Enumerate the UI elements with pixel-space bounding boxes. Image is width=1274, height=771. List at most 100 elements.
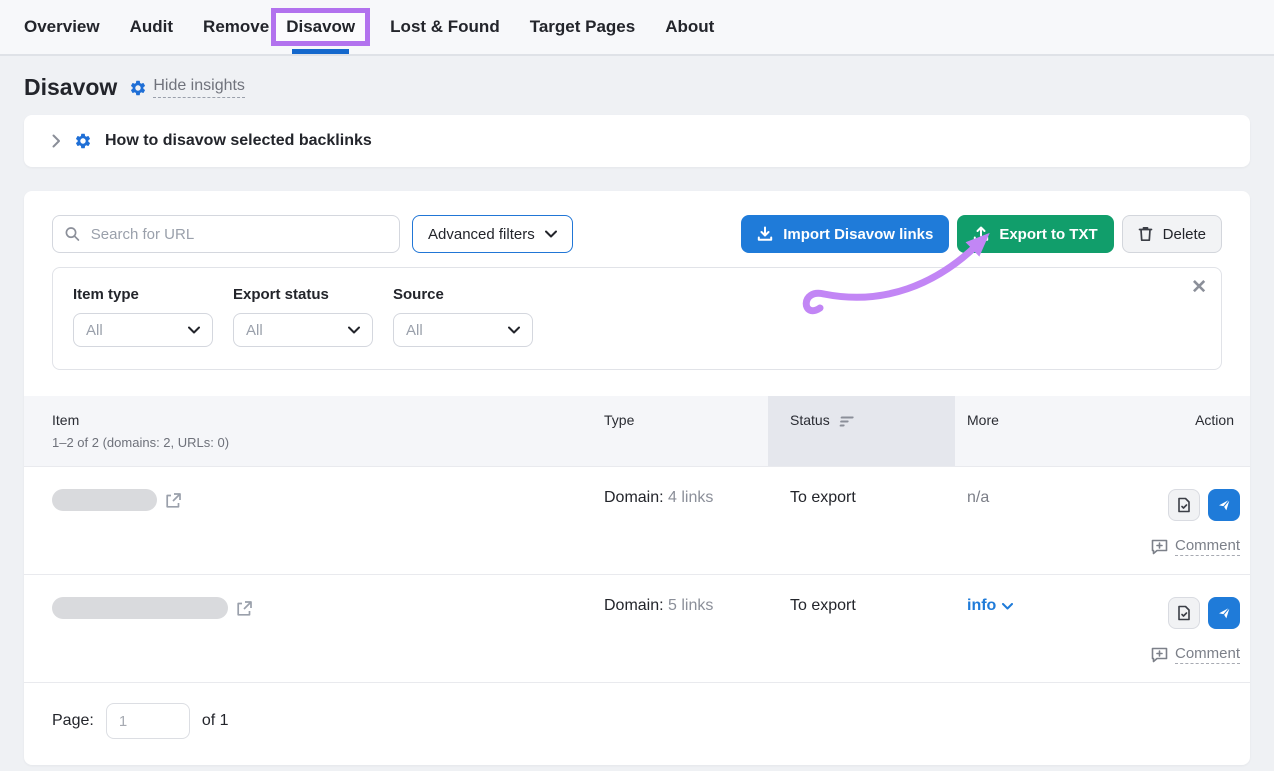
item-type-select[interactable]: All [73, 313, 213, 347]
disavow-table: Item 1–2 of 2 (domains: 2, URLs: 0) Type… [24, 396, 1250, 765]
external-link-icon[interactable] [236, 600, 253, 617]
info-dropdown[interactable]: info [967, 597, 1013, 615]
redacted-domain [52, 489, 157, 511]
info-label: info [967, 597, 996, 615]
advanced-filters-button[interactable]: Advanced filters [412, 215, 573, 253]
close-filter-panel-icon[interactable]: ✕ [1191, 278, 1207, 297]
tab-bar: Overview Audit Remove Disavow Lost & Fou… [0, 0, 1274, 56]
view-disavow-file-button[interactable] [1168, 489, 1200, 521]
pagination: Page: of 1 [24, 682, 1250, 765]
tab-disavow-label: Disavow [286, 17, 355, 36]
more-cell: info [955, 597, 1151, 615]
download-icon [757, 226, 773, 242]
toolbar: Advanced filters Import Disavow links Ex… [24, 215, 1250, 253]
source-value: All [406, 322, 423, 339]
redacted-domain [52, 597, 228, 619]
column-status-label: Status [790, 412, 830, 428]
page-number-input[interactable] [106, 703, 190, 739]
tab-disavow[interactable]: Disavow [271, 8, 370, 46]
search-input[interactable] [89, 225, 387, 244]
item-cell [24, 597, 572, 619]
chevron-down-icon [1002, 603, 1013, 610]
external-link-icon[interactable] [165, 492, 182, 509]
page-total-label: of 1 [202, 712, 229, 730]
paper-plane-icon [1216, 497, 1232, 513]
comment-plus-icon [1151, 539, 1168, 555]
send-to-disavow-button[interactable] [1208, 597, 1240, 629]
import-disavow-links-button[interactable]: Import Disavow links [741, 215, 949, 253]
hide-insights-toggle[interactable]: Hide insights [129, 77, 245, 98]
filter-panel: Item type All Export status All Source [52, 267, 1222, 370]
disavow-panel: Advanced filters Import Disavow links Ex… [24, 191, 1250, 765]
action-cell: Comment [1151, 489, 1256, 556]
table-row: Domain: 5 links To export info [24, 574, 1250, 682]
column-action: Action [1151, 396, 1250, 466]
filter-export-status: Export status All [233, 286, 373, 347]
hide-insights-label: Hide insights [153, 77, 245, 98]
column-more: More [955, 396, 1151, 466]
type-cell: Domain: 5 links [572, 597, 768, 615]
comment-label: Comment [1175, 645, 1240, 664]
chevron-right-icon [52, 134, 61, 148]
item-type-value: All [86, 322, 103, 339]
export-label: Export to TXT [999, 226, 1097, 243]
gear-icon [129, 79, 147, 97]
sort-descending-icon [838, 416, 854, 428]
tab-audit[interactable]: Audit [130, 17, 173, 37]
toolbar-actions: Import Disavow links Export to TXT Delet… [741, 215, 1222, 253]
filter-item-type-label: Item type [73, 286, 213, 303]
paper-plane-icon [1216, 605, 1232, 621]
comment-link[interactable]: Comment [1151, 645, 1240, 664]
tab-overview[interactable]: Overview [24, 17, 100, 37]
trash-icon [1138, 226, 1153, 242]
comment-plus-icon [1151, 647, 1168, 663]
tab-lost-and-found[interactable]: Lost & Found [390, 17, 500, 37]
filter-export-status-label: Export status [233, 286, 373, 303]
view-disavow-file-button[interactable] [1168, 597, 1200, 629]
document-check-icon [1176, 605, 1192, 621]
filter-item-type: Item type All [73, 286, 213, 347]
document-check-icon [1176, 497, 1192, 513]
source-select[interactable]: All [393, 313, 533, 347]
column-type: Type [572, 396, 768, 466]
tab-about[interactable]: About [665, 17, 714, 37]
action-cell: Comment [1151, 597, 1256, 664]
type-cell: Domain: 4 links [572, 489, 768, 507]
upload-icon [973, 226, 989, 242]
comment-link[interactable]: Comment [1151, 537, 1240, 556]
more-cell: n/a [955, 489, 1151, 507]
comment-label: Comment [1175, 537, 1240, 556]
howto-title: How to disavow selected backlinks [105, 132, 372, 150]
url-search-field[interactable] [52, 215, 400, 253]
page-label: Page: [52, 712, 94, 730]
page-title: Disavow [24, 74, 117, 101]
filter-source: Source All [393, 286, 533, 347]
howto-expander[interactable]: How to disavow selected backlinks [24, 115, 1250, 167]
chevron-down-icon [545, 230, 557, 238]
filter-source-label: Source [393, 286, 533, 303]
search-icon [65, 226, 80, 242]
delete-label: Delete [1163, 226, 1206, 243]
chevron-down-icon [508, 326, 520, 334]
tab-remove[interactable]: Remove [203, 17, 269, 37]
export-status-select[interactable]: All [233, 313, 373, 347]
chevron-down-icon [348, 326, 360, 334]
advanced-filters-label: Advanced filters [428, 226, 535, 243]
table-row: Domain: 4 links To export n/a [24, 466, 1250, 574]
row-count-summary: 1–2 of 2 (domains: 2, URLs: 0) [52, 435, 572, 450]
send-to-disavow-button[interactable] [1208, 489, 1240, 521]
column-item: Item 1–2 of 2 (domains: 2, URLs: 0) [24, 396, 572, 466]
table-header: Item 1–2 of 2 (domains: 2, URLs: 0) Type… [24, 396, 1250, 466]
delete-button[interactable]: Delete [1122, 215, 1222, 253]
chevron-down-icon [188, 326, 200, 334]
item-cell [24, 489, 572, 511]
gear-icon [74, 132, 92, 150]
status-cell: To export [768, 489, 955, 507]
page-header: Disavow Hide insights [24, 74, 1250, 101]
import-label: Import Disavow links [783, 226, 933, 243]
export-to-txt-button[interactable]: Export to TXT [957, 215, 1113, 253]
tab-target-pages[interactable]: Target Pages [530, 17, 636, 37]
export-status-value: All [246, 322, 263, 339]
column-status-sort[interactable]: Status [768, 396, 955, 466]
status-cell: To export [768, 597, 955, 615]
